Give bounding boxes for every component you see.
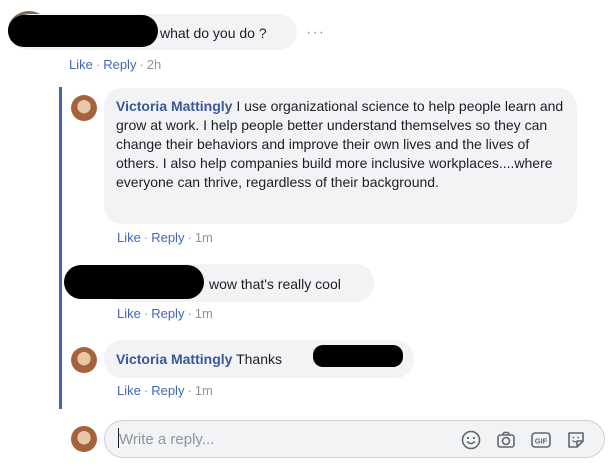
timestamp[interactable]: 2h — [147, 57, 161, 72]
author-name[interactable]: Victoria Mattingly — [116, 351, 232, 367]
sticker-icon[interactable] — [565, 429, 587, 451]
reply-text: Thanks — [236, 351, 282, 367]
reply-link[interactable]: Reply — [151, 306, 184, 321]
reply-text: wow that's really cool — [209, 276, 341, 292]
reply-actions: Like · Reply · 1m — [117, 306, 213, 321]
emoji-icon[interactable] — [460, 429, 482, 451]
timestamp[interactable]: 1m — [195, 230, 213, 245]
reply-link[interactable]: Reply — [151, 383, 184, 398]
like-link[interactable]: Like — [117, 230, 141, 245]
current-user-avatar — [71, 426, 97, 452]
redacted-avatar-and-name — [64, 265, 204, 299]
gif-icon[interactable]: GIF — [530, 429, 552, 451]
comment-text: what do you do ? — [160, 25, 267, 41]
avatar[interactable] — [71, 95, 97, 121]
author-name[interactable]: Victoria Mattingly — [116, 98, 232, 114]
like-link[interactable]: Like — [69, 57, 93, 72]
reply-input[interactable] — [119, 429, 449, 449]
svg-text:GIF: GIF — [535, 437, 548, 446]
comment-actions: Like · Reply · 2h — [69, 57, 162, 72]
timestamp[interactable]: 1m — [195, 306, 213, 321]
like-link[interactable]: Like — [117, 383, 141, 398]
like-link[interactable]: Like — [117, 306, 141, 321]
reply-actions: Like · Reply · 1m — [117, 230, 213, 245]
timestamp[interactable]: 1m — [195, 383, 213, 398]
camera-icon[interactable] — [495, 429, 517, 451]
reply-link[interactable]: Reply — [103, 57, 136, 72]
redacted-author-name — [8, 15, 158, 47]
reply-composer: GIF — [104, 420, 605, 458]
reply-thread-line — [59, 87, 62, 409]
ellipsis-icon[interactable]: ··· — [306, 25, 325, 41]
text-cursor — [118, 428, 119, 448]
reply-link[interactable]: Reply — [151, 230, 184, 245]
reply-actions: Like · Reply · 1m — [117, 383, 213, 398]
redacted-mention — [313, 345, 403, 367]
reply-bubble: Victoria Mattingly I use organizational … — [104, 88, 577, 224]
avatar[interactable] — [71, 347, 97, 373]
